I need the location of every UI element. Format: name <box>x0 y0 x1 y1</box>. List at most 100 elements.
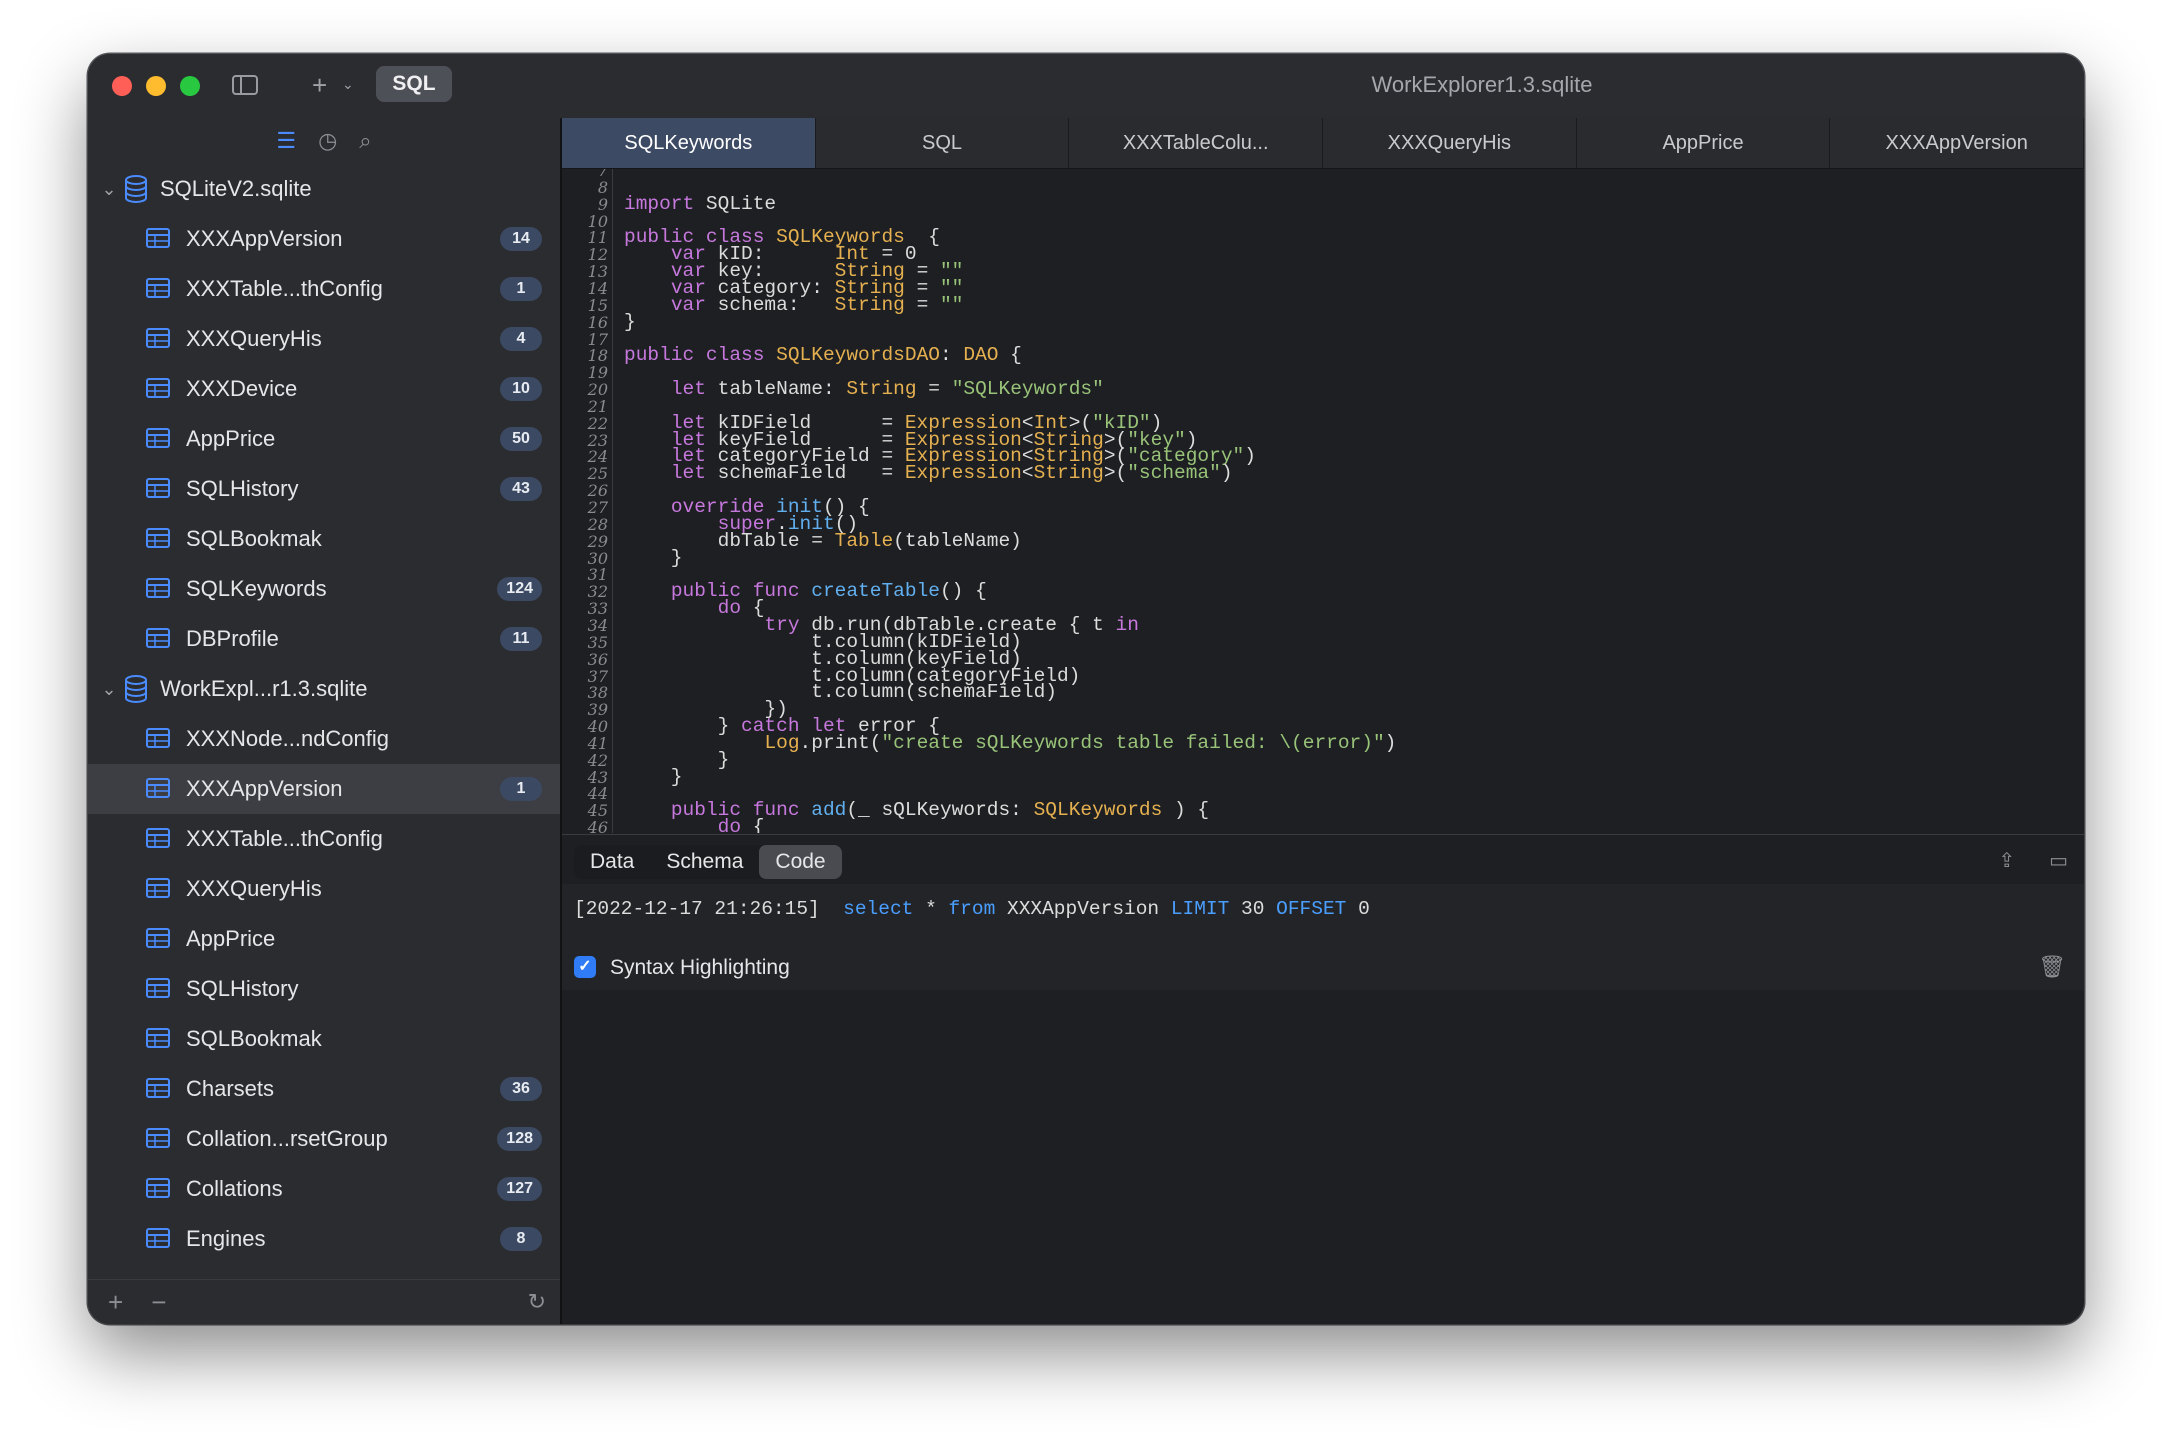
table-node[interactable]: Collation...rsetGroup 128 <box>88 1114 560 1164</box>
table-name: XXXAppVersion <box>186 776 343 801</box>
window-controls <box>112 76 200 96</box>
trash-icon[interactable]: 🗑 <box>2038 954 2066 980</box>
remove-icon[interactable]: − <box>151 1287 166 1318</box>
chevron-down-icon[interactable]: ⌄ <box>94 679 124 700</box>
table-node[interactable]: XXXQueryHis <box>88 864 560 914</box>
table-node[interactable]: SQLHistory <box>88 964 560 1014</box>
tab-code[interactable]: Code <box>759 845 842 879</box>
tab-bar: SQLKeywords SQL XXXTableColu... XXXQueryHis… <box>562 118 2084 169</box>
search-icon[interactable]: ⌕ <box>359 128 371 158</box>
table-node[interactable]: XXXNode...ndConfig <box>88 714 560 764</box>
table-node[interactable]: Charsets 36 <box>88 1064 560 1114</box>
row-count-badge: 1 <box>500 277 542 301</box>
view-mode-segmented-control: Data Schema Code <box>574 845 842 879</box>
sql-button[interactable]: SQL <box>376 66 452 102</box>
table-icon <box>146 378 172 400</box>
tab-data[interactable]: Data <box>574 845 650 879</box>
table-name: Engines <box>186 1226 266 1251</box>
tab-schema[interactable]: Schema <box>650 845 759 879</box>
table-icon <box>146 1178 172 1200</box>
tab-sqlkeywords[interactable]: SQLKeywords <box>562 118 816 168</box>
table-icon <box>146 878 172 900</box>
table-name: Collation...rsetGroup <box>186 1126 388 1151</box>
table-icon <box>146 1128 172 1150</box>
table-name: XXXQueryHis <box>186 326 322 351</box>
table-icon <box>146 478 172 500</box>
database-name: WorkExpl...r1.3.sqlite <box>160 676 368 701</box>
code-line: import SQLite <box>624 192 777 215</box>
table-node[interactable]: SQLKeywords 124 <box>88 564 560 614</box>
code-editor[interactable]: 7 8 9 10 11 12 13 14 15 16 17 18 19 20 21 22 23 24 25 26 27 2… <box>562 169 2084 833</box>
code-line: public class SQLKeywordsDAO: DAO { <box>624 344 1022 367</box>
table-node[interactable]: DBProfile 11 <box>88 614 560 664</box>
database-icon <box>124 175 150 203</box>
tab-appprice[interactable]: AppPrice <box>1577 118 1831 168</box>
query-log: [2022-12-17 21:26:15] select * from XXXA… <box>562 884 2084 944</box>
table-node[interactable]: XXXQueryHis 4 <box>88 314 560 364</box>
row-count-badge: 127 <box>497 1177 542 1201</box>
add-icon[interactable]: + <box>312 70 327 101</box>
panel-toggle-icon[interactable]: ▭ <box>2049 848 2068 873</box>
chevron-down-icon[interactable]: ⌄ <box>342 76 354 93</box>
table-icon <box>146 928 172 950</box>
title-bar: + ⌄ SQL WorkExplorer1.3.sqlite <box>312 54 2084 119</box>
code-line: } <box>624 546 683 569</box>
table-node[interactable]: SQLBookmak <box>88 514 560 564</box>
code-line: let tableName: String = "SQLKeywords" <box>670 378 1104 401</box>
table-name: AppPrice <box>186 926 276 951</box>
close-window-button[interactable] <box>112 76 132 96</box>
database-node[interactable]: ⌄ SQLiteV2.sqlite <box>88 164 560 214</box>
add-icon[interactable]: + <box>108 1287 123 1318</box>
database-node[interactable]: ⌄ WorkExpl...r1.3.sqlite <box>88 664 560 714</box>
chevron-down-icon[interactable]: ⌄ <box>94 179 124 200</box>
refresh-icon[interactable]: ↻ <box>528 1289 546 1315</box>
list-icon[interactable]: ☰ <box>276 128 296 158</box>
bottom-toolbar: Data Schema Code ⇪ ▭ <box>562 834 2084 886</box>
table-icon <box>146 1228 172 1250</box>
table-icon <box>146 528 172 550</box>
table-node[interactable]: Collations 127 <box>88 1164 560 1214</box>
bottom-toolbar-actions: ⇪ ▭ <box>1998 848 2068 873</box>
tab-xxxtablecolu[interactable]: XXXTableColu... <box>1069 118 1324 168</box>
table-name: XXXTable...thConfig <box>186 826 383 851</box>
table-icon <box>146 328 172 350</box>
table-name: XXXQueryHis <box>186 876 322 901</box>
table-name: AppPrice <box>186 426 276 451</box>
table-node[interactable]: XXXTable...thConfig 1 <box>88 264 560 314</box>
table-node[interactable]: XXXDevice 10 <box>88 364 560 414</box>
history-icon[interactable]: ◷ <box>318 128 337 158</box>
line-number: 46 <box>587 818 608 833</box>
row-count-badge: 11 <box>500 627 542 651</box>
table-node[interactable]: AppPrice 50 <box>88 414 560 464</box>
log-entry: [2022-12-17 21:26:15] select * from XXXA… <box>574 898 1370 920</box>
database-tree: ⌄ SQLiteV2.sqlite XXXAppVersion 14 XXXTable.… <box>88 164 560 1274</box>
table-node[interactable]: SQLHistory 43 <box>88 464 560 514</box>
sidebar-toggle-icon[interactable] <box>232 75 258 95</box>
code-line: do { <box>717 816 765 833</box>
table-node[interactable]: SQLBookmak <box>88 1014 560 1064</box>
line-number-gutter: 7 8 9 10 11 12 13 14 15 16 17 18 19 20 21 22 23 24 25 26 27 2… <box>562 169 613 833</box>
table-node[interactable]: XXXTable...thConfig <box>88 814 560 864</box>
window-title: WorkExplorer1.3.sqlite <box>1371 72 1593 97</box>
syntax-highlighting-checkbox[interactable]: ✓ <box>574 956 596 978</box>
table-name: SQLHistory <box>186 476 299 501</box>
table-node[interactable]: AppPrice <box>88 914 560 964</box>
table-name: SQLKeywords <box>186 576 327 601</box>
code-line: var schema: String = "" <box>670 293 964 316</box>
table-node[interactable]: XXXAppVersion 1 <box>88 764 560 814</box>
tab-xxxappversion[interactable]: XXXAppVersion <box>1830 118 2084 168</box>
table-name: SQLHistory <box>186 976 299 1001</box>
minimize-window-button[interactable] <box>146 76 166 96</box>
table-node[interactable]: Engines 8 <box>88 1214 560 1264</box>
status-bar: ✓ Syntax Highlighting 🗑 <box>562 944 2084 990</box>
row-count-badge: 14 <box>500 227 542 251</box>
export-icon[interactable]: ⇪ <box>1998 848 2015 873</box>
zoom-window-button[interactable] <box>180 76 200 96</box>
tab-xxxqueryhis[interactable]: XXXQueryHis <box>1323 118 1577 168</box>
code-line: Log.print("create sQLKeywords table fail… <box>764 731 1397 754</box>
table-name: XXXNode...ndConfig <box>186 726 390 751</box>
table-icon <box>146 778 172 800</box>
table-node[interactable]: XXXAppVersion 14 <box>88 214 560 264</box>
row-count-badge: 10 <box>500 377 542 401</box>
tab-sql[interactable]: SQL <box>816 118 1070 168</box>
